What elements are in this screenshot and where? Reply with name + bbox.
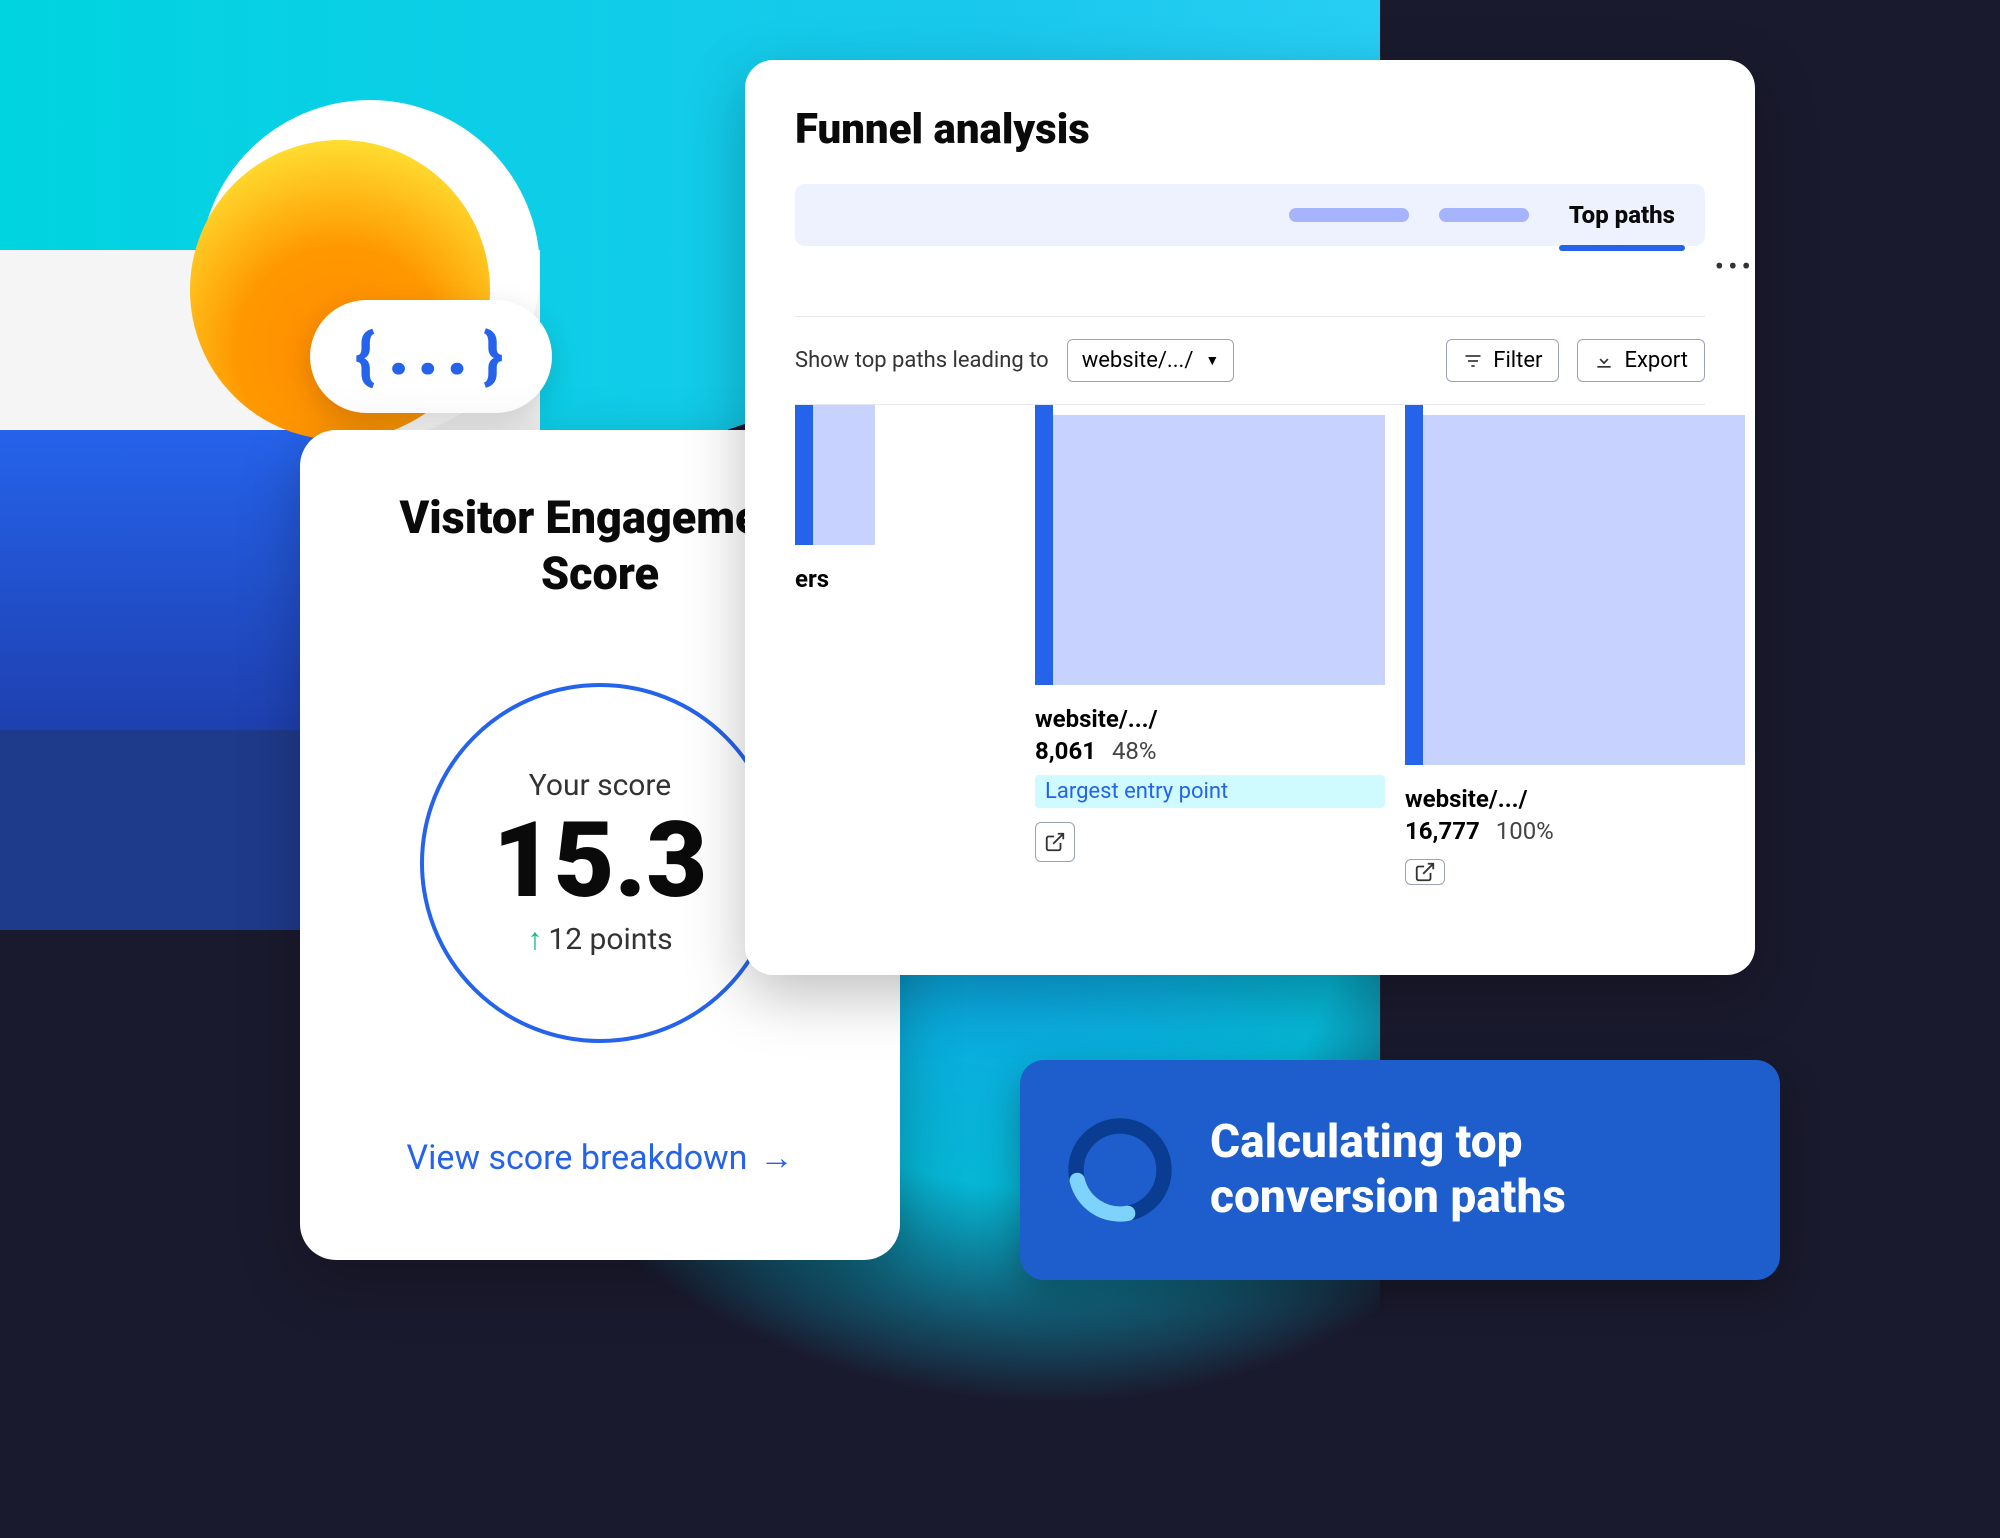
tab-placeholder[interactable] [1289,208,1409,222]
code-pill: {...} [310,300,552,413]
download-icon [1594,351,1614,371]
filter-row: Show top paths leading to website/.../ ▼… [795,316,1705,405]
score-label: Your score [529,768,671,803]
filter-icon [1463,351,1483,371]
funnel-panel: Funnel analysis Top paths ••• Show top p… [745,60,1755,975]
sun-decoration [160,100,540,480]
col2-stats: 8,061 48% [1035,737,1385,765]
view-breakdown-link[interactable]: View score breakdown → [407,1138,794,1178]
score-delta: ↑ 12 points [527,922,672,957]
spinner-icon [1065,1115,1175,1225]
score-circle: Your score 15.3 ↑ 12 points [420,683,780,1043]
export-button[interactable]: Export [1577,339,1705,382]
filter-label: Show top paths leading to [795,348,1049,373]
filter-button[interactable]: Filter [1446,339,1559,382]
col2-count: 8,061 [1035,737,1096,765]
popout-button[interactable] [1035,822,1075,862]
path-dropdown[interactable]: website/.../ ▼ [1067,339,1235,382]
funnel-title: Funnel analysis [795,105,1705,154]
funnel-column-3: website/.../ 16,777 100% [1405,405,1745,885]
score-delta-text: 12 points [548,922,672,957]
tab-placeholder[interactable] [1439,208,1529,222]
largest-entry-badge: Largest entry point [1035,775,1385,808]
arrow-up-icon: ↑ [527,922,542,957]
col1-label: ers [795,565,875,593]
dropdown-value: website/.../ [1082,348,1194,373]
external-link-icon [1044,831,1066,853]
col3-path: website/.../ [1405,785,1745,813]
more-menu-icon[interactable]: ••• [1715,250,1755,283]
filter-button-label: Filter [1493,348,1542,373]
funnel-column-2: website/.../ 8,061 48% Largest entry poi… [1035,405,1385,885]
export-button-label: Export [1624,348,1688,373]
col3-count: 16,777 [1405,817,1480,845]
popout-button[interactable] [1405,859,1445,885]
col3-pct: 100% [1496,817,1554,845]
score-link-text: View score breakdown [407,1138,748,1178]
col2-path: website/.../ [1035,705,1385,733]
tab-bar: Top paths [795,184,1705,246]
col3-stats: 16,777 100% [1405,817,1745,845]
tab-top-paths[interactable]: Top paths [1559,201,1685,229]
funnel-visualization: ers website/.../ 8,061 48% Largest entry… [795,405,1705,885]
calculating-banner: Calculating top conversion paths [1020,1060,1780,1280]
funnel-column-1: ers [795,405,875,885]
external-link-icon [1414,861,1436,883]
chevron-down-icon: ▼ [1205,352,1219,369]
arrow-right-icon: → [759,1138,793,1178]
calculating-text: Calculating top conversion paths [1210,1115,1735,1225]
score-value: 15.3 [493,803,707,919]
col2-pct: 48% [1112,737,1157,765]
